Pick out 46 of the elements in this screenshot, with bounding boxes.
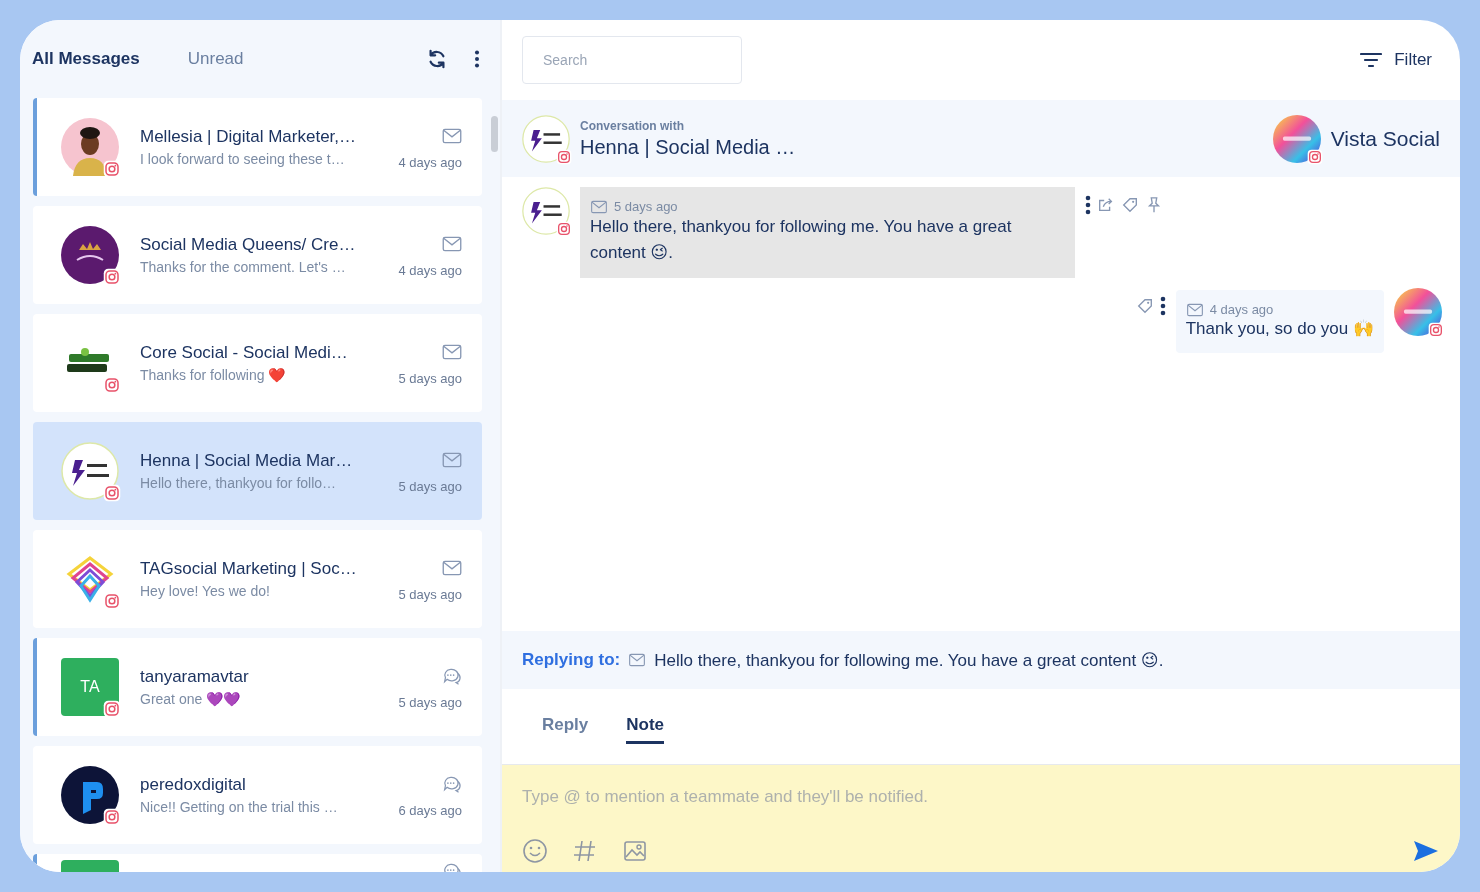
message-preview: Nice!! Getting on the trial this …: [140, 799, 339, 815]
conversation-item[interactable]: TAGsocial Marketing | Soc… Hey love! Yes we do! 5 days ago: [33, 530, 482, 628]
reply-label: Replying to:: [522, 650, 621, 670]
conversation-item[interactable]: Social Media Queens/ Cre… Thanks for the comment. Let's … 4 days ago: [33, 206, 482, 304]
message-composer[interactable]: Type @ to mention a teammate and they'll be notified.: [502, 765, 1460, 872]
search-field[interactable]: Search: [522, 36, 742, 84]
contact-name: TAGsocial Marketing | Soc…: [140, 559, 358, 579]
conversation-item[interactable]: peredoxdigital Nice!! Getting on the trial this … 6 days ago: [33, 746, 482, 844]
quoted-message: Hello there, thankyou for following me. You have a great content 😉.: [654, 649, 1164, 671]
conversation-item[interactable]: Core Social - Social Medi… Thanks for following ❤ 5 days ago: [33, 314, 482, 412]
timestamp: 5 days ago: [614, 199, 678, 214]
message-preview: Hey love! Yes we do!: [140, 583, 271, 599]
contact-name: tanyaramavtar: [140, 667, 250, 687]
message-text: Hello there, thankyou for following me. You have a great content 😉.: [590, 216, 1013, 264]
contact-name: Social Media Queens/ Cre…: [140, 235, 357, 255]
timestamp: 5 days ago: [398, 586, 462, 602]
timestamp: 4 days ago: [1209, 302, 1274, 317]
message-preview: I look forward to seeing these t…: [140, 151, 346, 167]
filter-button[interactable]: Filter: [1360, 50, 1432, 70]
caption: Conversation with: [580, 118, 685, 133]
timestamp: 5 days ago: [398, 694, 462, 710]
conversation-item[interactable]: Mellesia | Digital Marketer,… I look forward to seeing these t… 4 days ago: [33, 98, 482, 196]
contact-name: peredoxdigital: [140, 775, 247, 795]
timestamp: 4 days ago: [398, 262, 462, 278]
contact-name: Mellesia | Digital Marketer,…: [140, 127, 358, 147]
conversation-item[interactable]: Henna | Social Media Mar… Hello there, thankyou for follo… 5 days ago: [33, 422, 482, 520]
contact-name: Henna | Social Media …: [580, 135, 796, 159]
avatar: TA: [61, 658, 119, 716]
composer-tab[interactable]: Note: [626, 709, 665, 744]
timestamp: 4 days ago: [398, 154, 462, 170]
filter-tab[interactable]: Unread: [187, 49, 244, 69]
timestamp: 6 days ago: [398, 802, 462, 818]
account-name: Vista Social: [1330, 126, 1440, 151]
message-preview: Hello there, thankyou for follo…: [140, 475, 338, 491]
contact-name: Core Social - Social Medi…: [140, 343, 349, 363]
message-preview: Thanks for following ❤: [140, 367, 287, 383]
timestamp: 5 days ago: [398, 370, 462, 386]
message-preview: Thanks for the comment. Let's …: [140, 259, 347, 275]
conversation-item[interactable]: TA tanyaramavtar Great one 💜💜 5 days ago: [33, 638, 482, 736]
contact-name: Henna | Social Media Mar…: [140, 451, 354, 471]
filter-tab[interactable]: All Messages: [32, 49, 140, 69]
composer-tab[interactable]: Reply: [542, 709, 589, 744]
message-text: Thank you, so do you 🙌: [1185, 318, 1374, 340]
timestamp: 5 days ago: [398, 478, 462, 494]
message-preview: Great one 💜💜: [140, 691, 242, 707]
message-input[interactable]: Type @ to mention a teammate and they'll be notified.: [522, 775, 1440, 819]
